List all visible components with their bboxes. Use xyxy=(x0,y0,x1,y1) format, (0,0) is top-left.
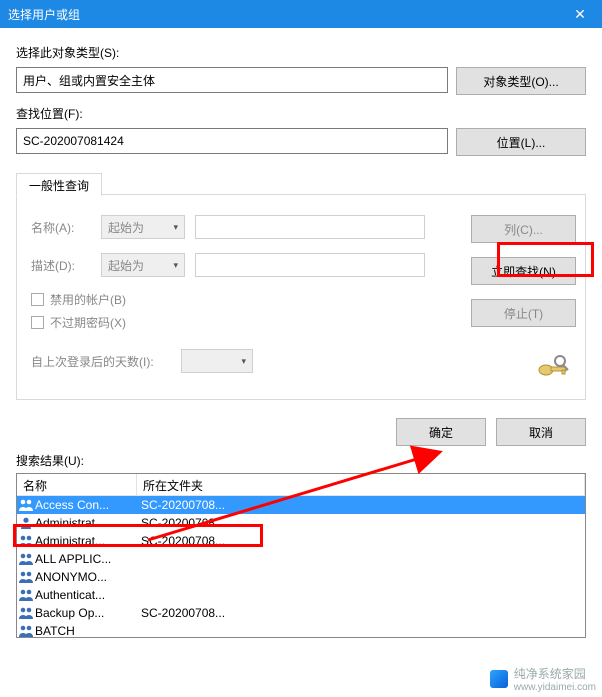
location-value: SC-202007081424 xyxy=(23,134,124,148)
group-icon xyxy=(17,569,35,585)
search-results-label: 搜索结果(U): xyxy=(16,452,586,469)
object-type-label: 选择此对象类型(S): xyxy=(16,44,586,61)
result-name: Authenticat... xyxy=(35,588,137,602)
result-name: ANONYMO... xyxy=(35,570,137,584)
criteria-frame: 一般性查询 名称(A): 起始为 ▾ 描述(D): 起始为 ▾ xyxy=(16,194,586,400)
name-match-combo[interactable]: 起始为 ▾ xyxy=(101,215,185,239)
list-item[interactable]: BATCH xyxy=(17,622,585,638)
watermark-brand: 纯净系统家园 xyxy=(514,665,596,682)
chevron-down-icon: ▾ xyxy=(241,356,246,367)
result-name: ALL APPLIC... xyxy=(35,552,137,566)
watermark-logo-icon xyxy=(490,670,508,688)
disabled-accounts-checkbox[interactable]: 禁用的帐户(B) xyxy=(31,291,453,308)
location-label: 查找位置(F): xyxy=(16,105,586,122)
cancel-button[interactable]: 取消 xyxy=(496,418,586,446)
location-field[interactable]: SC-202007081424 xyxy=(16,128,448,154)
name-combo-value: 起始为 xyxy=(108,219,144,236)
results-header: 名称 所在文件夹 xyxy=(17,474,585,496)
stop-button[interactable]: 停止(T) xyxy=(471,299,576,327)
never-expire-label: 不过期密码(X) xyxy=(50,314,126,331)
never-expire-checkbox[interactable]: 不过期密码(X) xyxy=(31,314,453,331)
result-name: BATCH xyxy=(35,624,137,638)
column-folder[interactable]: 所在文件夹 xyxy=(137,474,585,495)
dialog-body: 选择此对象类型(S): 用户、组或内置安全主体 对象类型(O)... 查找位置(… xyxy=(0,28,602,646)
group-icon xyxy=(17,533,35,549)
name-label: 名称(A): xyxy=(31,219,91,236)
user-icon xyxy=(17,515,35,531)
result-folder: SC-20200708... xyxy=(137,534,585,548)
titlebar: 选择用户或组 ✕ xyxy=(0,0,602,28)
group-icon xyxy=(17,623,35,638)
find-now-button[interactable]: 立即查找(N) xyxy=(471,257,576,285)
days-since-logon-combo[interactable]: ▾ xyxy=(181,349,253,373)
result-name: Access Con... xyxy=(35,498,137,512)
disabled-accounts-label: 禁用的帐户(B) xyxy=(50,291,126,308)
watermark: 纯净系统家园 www.yidaimei.com xyxy=(490,665,596,693)
tab-common-queries[interactable]: 一般性查询 xyxy=(16,173,102,196)
group-icon xyxy=(17,551,35,567)
desc-combo-value: 起始为 xyxy=(108,257,144,274)
checkbox-box-icon xyxy=(31,293,44,306)
results-list[interactable]: 名称 所在文件夹 Access Con...SC-20200708...Admi… xyxy=(16,473,586,638)
result-name: Backup Op... xyxy=(35,606,137,620)
result-folder: SC-20200708... xyxy=(137,516,585,530)
description-input[interactable] xyxy=(195,253,425,277)
result-name: Administrat... xyxy=(35,534,137,548)
group-icon xyxy=(17,497,35,513)
description-match-combo[interactable]: 起始为 ▾ xyxy=(101,253,185,277)
list-item[interactable]: Administrat...SC-20200708... xyxy=(17,532,585,550)
watermark-url: www.yidaimei.com xyxy=(514,682,596,693)
object-type-field[interactable]: 用户、组或内置安全主体 xyxy=(16,67,448,93)
object-types-button[interactable]: 对象类型(O)... xyxy=(456,67,586,95)
chevron-down-icon: ▾ xyxy=(173,222,178,233)
group-icon xyxy=(17,587,35,603)
description-label: 描述(D): xyxy=(31,257,91,274)
locations-button[interactable]: 位置(L)... xyxy=(456,128,586,156)
checkbox-box-icon xyxy=(31,316,44,329)
ok-button[interactable]: 确定 xyxy=(396,418,486,446)
result-folder: SC-20200708... xyxy=(137,606,585,620)
chevron-down-icon: ▾ xyxy=(173,260,178,271)
close-button[interactable]: ✕ xyxy=(558,0,602,28)
columns-button[interactable]: 列(C)... xyxy=(471,215,576,243)
list-item[interactable]: Access Con...SC-20200708... xyxy=(17,496,585,514)
list-item[interactable]: Backup Op...SC-20200708... xyxy=(17,604,585,622)
window-title: 选择用户或组 xyxy=(8,6,80,23)
days-since-logon-label: 自上次登录后的天数(I): xyxy=(31,353,171,370)
list-item[interactable]: ANONYMO... xyxy=(17,568,585,586)
result-folder: SC-20200708... xyxy=(137,498,585,512)
list-item[interactable]: Administrat...SC-20200708... xyxy=(17,514,585,532)
object-type-value: 用户、组或内置安全主体 xyxy=(23,72,155,89)
group-icon xyxy=(17,605,35,621)
search-key-icon xyxy=(535,355,571,379)
close-icon: ✕ xyxy=(574,6,586,23)
name-input[interactable] xyxy=(195,215,425,239)
result-name: Administrat... xyxy=(35,516,137,530)
list-item[interactable]: ALL APPLIC... xyxy=(17,550,585,568)
list-item[interactable]: Authenticat... xyxy=(17,586,585,604)
column-name[interactable]: 名称 xyxy=(17,474,137,495)
